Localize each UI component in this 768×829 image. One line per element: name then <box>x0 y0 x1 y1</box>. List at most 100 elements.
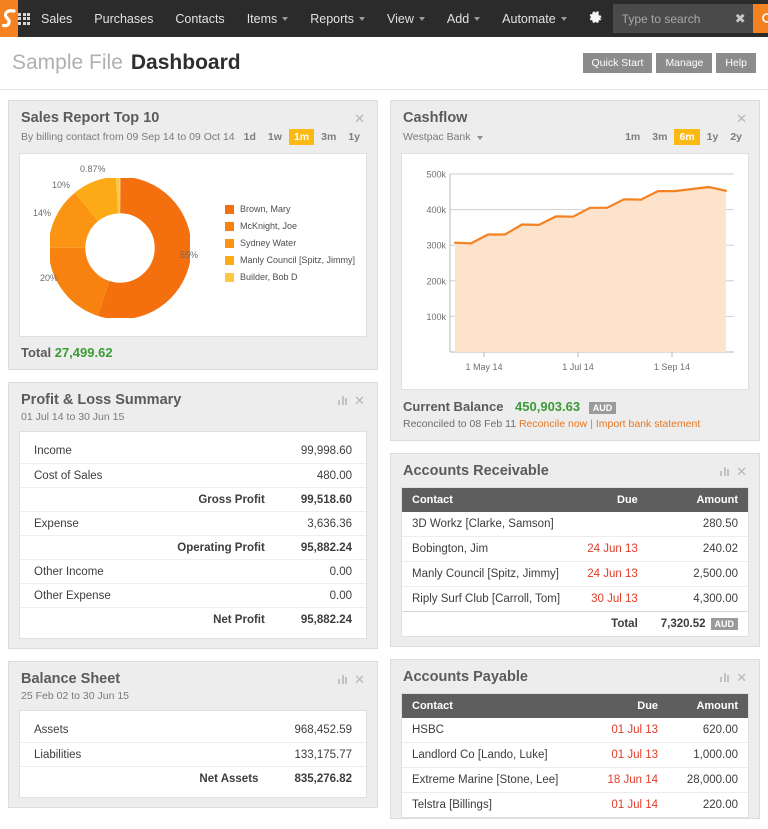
panel-bottom-pad <box>9 798 377 807</box>
legend-item[interactable]: McKnight, Joe <box>225 221 360 231</box>
legend-item[interactable]: Builder, Bob D <box>225 272 360 282</box>
cell-due: 24 Jun 13 <box>575 536 648 562</box>
range-3m[interactable]: 3m <box>647 129 672 145</box>
cell-amount: 280.50 <box>702 518 738 530</box>
range-1m[interactable]: 1m <box>620 129 645 145</box>
legend-item[interactable]: Sydney Water <box>225 238 360 248</box>
nav-item-purchases[interactable]: Purchases <box>83 0 164 37</box>
panel-subheader: 25 Feb 02 to 30 Jun 15 <box>9 687 377 710</box>
close-icon[interactable]: ✕ <box>736 112 747 125</box>
donut-label-manly: 10% <box>52 180 71 190</box>
table-row[interactable]: 3D Workz [Clarke, Samson] 280.50 <box>402 512 748 537</box>
nav-item-sales[interactable]: Sales <box>30 0 83 37</box>
panel-bottom-pad <box>391 637 759 646</box>
nav-item-view[interactable]: View <box>376 0 436 37</box>
range-1m[interactable]: 1m <box>288 129 315 145</box>
file-name: Sample File <box>12 51 123 74</box>
nav-item-contacts[interactable]: Contacts <box>164 0 235 37</box>
total-value: 27,499.62 <box>54 345 113 360</box>
clear-search-icon[interactable]: ✖ <box>735 12 746 25</box>
chevron-down-icon <box>282 16 289 21</box>
legend-item[interactable]: Brown, Mary <box>225 204 360 214</box>
reconcile-now-link[interactable]: Reconcile now <box>519 418 587 430</box>
close-icon[interactable]: ✕ <box>354 673 365 686</box>
panel-sales-report: Sales Report Top 10 ✕ By billing contact… <box>8 100 378 370</box>
range-1d[interactable]: 1d <box>239 129 261 145</box>
donut-svg <box>50 178 190 318</box>
panel-header: Sales Report Top 10 ✕ <box>9 101 377 126</box>
nav-item-automate[interactable]: Automate <box>491 0 578 37</box>
pl-row-other-income: Other Income 0.00 <box>20 559 366 583</box>
quick-start-button[interactable]: Quick Start <box>582 53 653 73</box>
search-area: ✖ <box>612 0 768 37</box>
panel-profit-loss: Profit & Loss Summary ✕ 01 Jul 14 to 30 … <box>8 382 378 649</box>
table-row[interactable]: Extreme Marine [Stone, Lee] 18 Jun 14 28… <box>402 767 748 793</box>
row-value: 95,882.24 <box>300 613 352 626</box>
row-value: 99,998.60 <box>300 445 352 457</box>
balance-label: Current Balance <box>403 399 504 414</box>
nav-label: View <box>387 11 414 26</box>
column-due: Due <box>575 488 648 512</box>
legend-item[interactable]: Manly Council [Spitz, Jimmy] <box>225 255 360 265</box>
panel-balance-sheet: Balance Sheet ✕ 25 Feb 02 to 30 Jun 15 A… <box>8 661 378 808</box>
range-1y[interactable]: 1y <box>702 129 724 145</box>
nav-item-items[interactable]: Items <box>236 0 300 37</box>
panel-header: Accounts Receivable ✕ <box>391 454 759 479</box>
table-row[interactable]: Landlord Co [Lando, Luke] 01 Jul 13 1,00… <box>402 742 748 768</box>
range-6m[interactable]: 6m <box>674 129 700 145</box>
range-2y[interactable]: 2y <box>725 129 747 145</box>
panel-subheader: By billing contact from 09 Sep 14 to 09 … <box>9 126 377 153</box>
row-label: Expense <box>34 517 79 530</box>
table-row[interactable]: HSBC 01 Jul 13 620.00 <box>402 718 748 743</box>
settings-button[interactable] <box>578 0 613 37</box>
row-label: Liabilities <box>34 748 82 761</box>
bar-chart-icon[interactable] <box>720 467 730 476</box>
donut-label-sydney-water: 14% <box>33 208 52 218</box>
close-icon[interactable]: ✕ <box>736 671 747 684</box>
sales-chart-container: 0.87% 10% 14% 20% 55% Brown, Mary McKnig… <box>19 153 367 337</box>
chevron-down-icon <box>474 16 481 21</box>
search-box[interactable]: ✖ <box>612 4 753 33</box>
table-row[interactable]: Telstra [Billings] 01 Jul 14 220.00 <box>402 792 748 818</box>
ap-table-container: Contact Due Amount HSBC 01 Jul 13 620.00… <box>401 693 749 819</box>
bar-chart-icon[interactable] <box>720 673 730 683</box>
help-button[interactable]: Help <box>716 53 756 73</box>
cashflow-area-chart: 500k 400k 300k 200k 100k 1 May 14 1 Jul … <box>402 154 748 389</box>
column-contact: Contact <box>402 694 589 719</box>
svg-text:400k: 400k <box>426 205 446 215</box>
panel-subtitle: By billing contact from 09 Sep 14 to 09 … <box>21 131 235 143</box>
search-button[interactable] <box>752 4 768 33</box>
range-1w[interactable]: 1w <box>263 129 287 145</box>
balance-sheet-table: Assets 968,452.59 Liabilities 133,175.77… <box>19 710 367 798</box>
legend-label: Brown, Mary <box>240 204 291 214</box>
cell-due: 24 Jun 13 <box>575 561 648 587</box>
search-input[interactable] <box>612 4 753 33</box>
table-row[interactable]: Manly Council [Spitz, Jimmy] 24 Jun 13 2… <box>402 561 748 587</box>
close-icon[interactable]: ✕ <box>354 112 365 125</box>
svg-text:300k: 300k <box>426 241 446 251</box>
table-row[interactable]: Bobington, Jim 24 Jun 13 240.02 <box>402 536 748 562</box>
account-selector[interactable]: Westpac Bank <box>403 131 620 143</box>
row-label: Net Assets <box>199 772 259 785</box>
table-row[interactable]: Riply Surf Club [Carroll, Tom] 30 Jul 13… <box>402 586 748 612</box>
bar-chart-icon[interactable] <box>338 396 348 405</box>
accounts-payable-table: Contact Due Amount HSBC 01 Jul 13 620.00… <box>402 694 748 818</box>
total-cell: 7,320.52 AUD <box>647 611 748 637</box>
nav-item-reports[interactable]: Reports <box>299 0 376 37</box>
column-contact: Contact <box>402 488 576 512</box>
panel-icons: ✕ <box>354 110 365 125</box>
close-icon[interactable]: ✕ <box>736 465 747 478</box>
manage-button[interactable]: Manage <box>656 53 713 73</box>
range-1y[interactable]: 1y <box>343 129 365 145</box>
apps-grid-icon[interactable] <box>18 0 30 37</box>
range-3m[interactable]: 3m <box>316 129 341 145</box>
app-logo[interactable] <box>0 0 18 37</box>
legend-label: Manly Council [Spitz, Jimmy] <box>240 255 356 265</box>
bar-chart-icon[interactable] <box>338 675 348 684</box>
svg-text:500k: 500k <box>426 170 446 180</box>
close-icon[interactable]: ✕ <box>354 394 365 407</box>
nav-item-add[interactable]: Add <box>436 0 491 37</box>
import-bank-statement-link[interactable]: Import bank statement <box>596 418 700 430</box>
nav-label: Add <box>446 11 470 26</box>
dashboard-grid: Sales Report Top 10 ✕ By billing contact… <box>0 90 768 829</box>
